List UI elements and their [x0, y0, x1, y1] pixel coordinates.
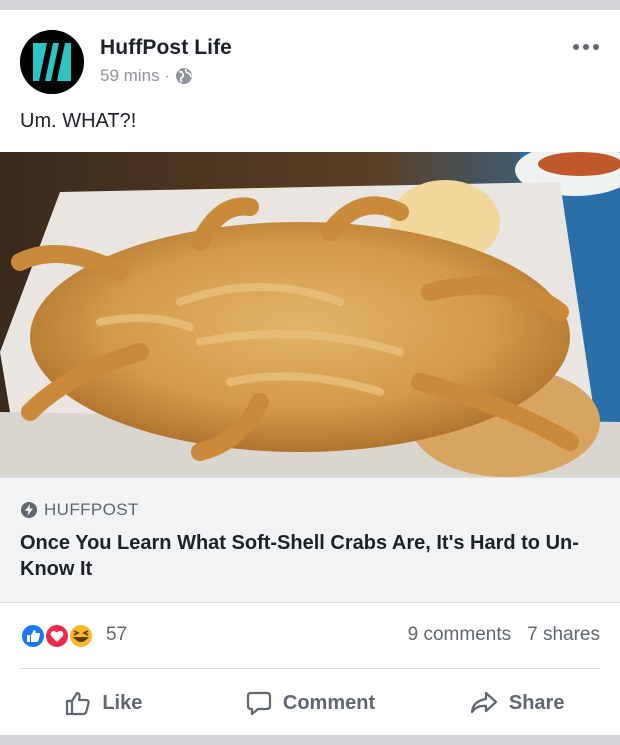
meta-separator: · — [164, 66, 171, 85]
post-photo[interactable] — [0, 152, 620, 477]
reactions-summary[interactable] — [20, 622, 110, 650]
link-headline[interactable]: Once You Learn What Soft-Shell Crabs Are… — [20, 530, 610, 582]
shares-count[interactable]: 7 shares — [527, 624, 600, 646]
bolt-icon — [21, 502, 37, 518]
post-header: HuffPost Life 59 mins · — [20, 30, 600, 100]
haha-reaction-icon — [68, 623, 94, 649]
link-source: HUFFPOST — [20, 500, 139, 520]
post-card: HuffPost Life 59 mins · Um. WHAT?! HUFFP… — [0, 10, 620, 735]
soft-shell-crab-photo — [0, 152, 620, 477]
page-name[interactable]: HuffPost Life — [100, 36, 232, 60]
comment-button[interactable]: Comment — [207, 678, 414, 728]
share-arrow-icon — [470, 691, 497, 714]
page-avatar[interactable] — [20, 30, 84, 94]
love-reaction-icon — [44, 623, 70, 649]
share-label: Share — [508, 691, 565, 714]
engagement-stats: 57 9 comments 7 shares — [20, 618, 600, 654]
more-options-icon[interactable] — [572, 42, 600, 52]
like-label: Like — [102, 691, 143, 714]
feed-separator — [0, 735, 620, 745]
huffpost-logo-icon — [20, 30, 84, 94]
link-source-label: HUFFPOST — [44, 500, 139, 519]
comment-label: Comment — [282, 691, 376, 714]
share-button[interactable]: Share — [413, 678, 620, 728]
comments-count[interactable]: 9 comments — [408, 624, 511, 646]
link-preview[interactable]: HUFFPOST Once You Learn What Soft-Shell … — [0, 477, 620, 603]
post-actions: Like Comment Share — [0, 678, 620, 728]
like-reaction-icon — [20, 623, 46, 649]
post-time[interactable]: 59 mins — [100, 66, 160, 86]
globe-icon — [176, 68, 193, 84]
reaction-count[interactable]: 57 — [106, 624, 127, 646]
comment-icon — [246, 691, 271, 716]
comment-share-counts: 9 comments 7 shares — [408, 624, 600, 646]
post-meta: 59 mins · — [100, 66, 193, 86]
actions-divider — [20, 668, 600, 669]
thumbs-up-icon — [66, 691, 90, 716]
like-button[interactable]: Like — [0, 678, 207, 728]
post-text: Um. WHAT?! — [20, 110, 137, 132]
